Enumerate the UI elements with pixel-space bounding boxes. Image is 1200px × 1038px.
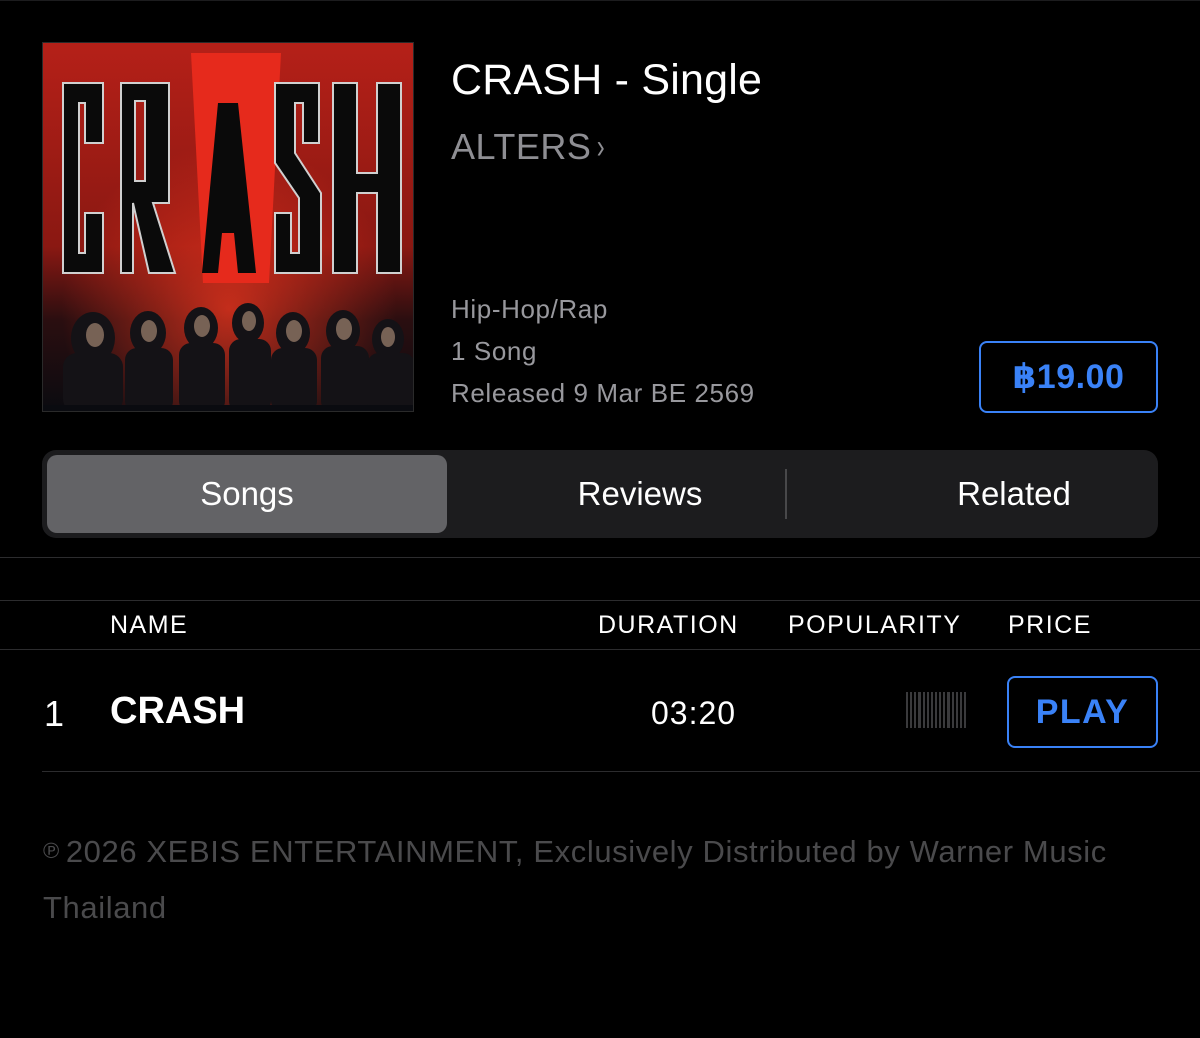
artist-link[interactable]: ALTERS › [451,126,607,168]
popularity-meter [906,692,967,728]
buy-album-button[interactable]: ฿19.00 [979,341,1158,413]
track-name[interactable]: CRASH [110,690,245,733]
copyright-line: 2026 XEBIS ENTERTAINMENT, Exclusively Di… [43,834,1107,925]
tab-songs[interactable]: Songs [47,455,447,533]
segmented-control: Songs Reviews Related [42,450,1158,538]
album-genre: Hip-Hop/Rap [451,294,608,324]
chevron-right-icon: › [597,127,606,166]
play-button[interactable]: PLAY [1007,676,1158,748]
tab-related[interactable]: Related [830,455,1198,533]
column-header-name[interactable]: NAME [110,611,188,640]
column-header-popularity[interactable]: POPULARITY [788,611,961,640]
album-song-count: 1 Song [451,336,538,366]
track-duration: 03:20 [651,695,737,731]
phonogram-symbol: ℗ [43,838,60,863]
album-artwork [42,42,414,412]
row-divider [42,771,1200,772]
table-top-divider [0,600,1200,601]
column-header-price[interactable]: PRICE [1008,611,1092,640]
column-header-duration[interactable]: DURATION [598,611,739,640]
artist-name: ALTERS [451,126,592,167]
section-divider [0,557,1200,558]
album-release-date: Released 9 Mar BE 2569 [451,378,755,408]
segment-divider [785,469,787,519]
copyright-text: ℗ 2026 XEBIS ENTERTAINMENT, Exclusively D… [43,823,1143,936]
top-divider [0,0,1200,1]
track-number: 1 [44,693,65,734]
header-divider [0,649,1200,650]
album-title: CRASH - Single [451,56,763,104]
tab-reviews[interactable]: Reviews [454,455,826,533]
